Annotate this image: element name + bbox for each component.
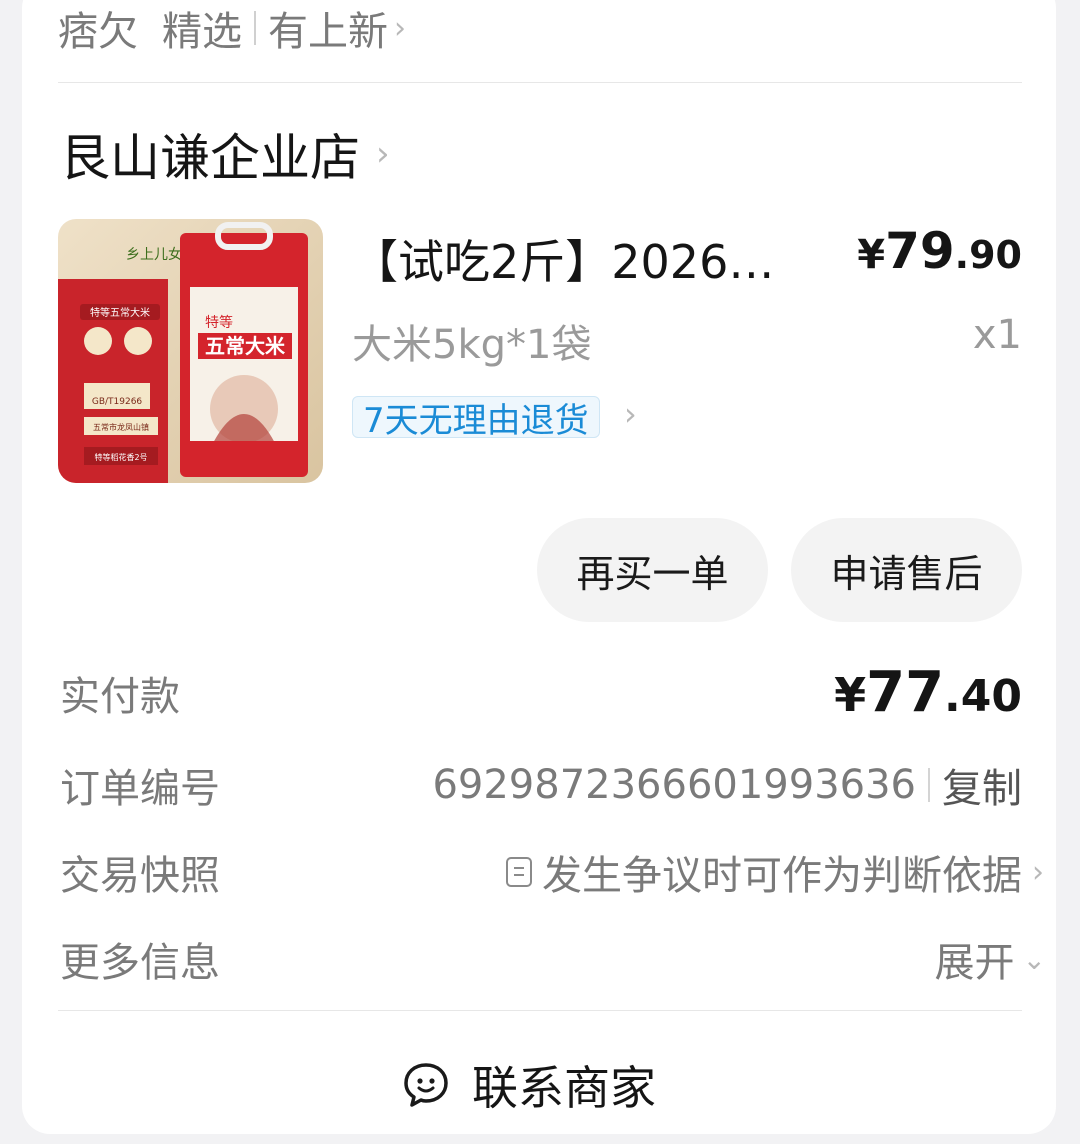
chat-icon <box>404 1063 448 1107</box>
product-price: ¥79.90 <box>857 222 1022 280</box>
order-number-row: 6929872366601993636 复制 <box>432 756 1022 814</box>
divider <box>58 82 1022 83</box>
side-label: 特等五常大米 <box>90 306 150 319</box>
snapshot-label: 交易快照 <box>60 853 220 899</box>
contact-seller-button[interactable]: 联系商家 <box>402 1052 656 1118</box>
snapshot-link[interactable]: 发生争议时可作为判断依据 › <box>506 843 1044 901</box>
divider <box>58 1010 1022 1011</box>
chevron-down-icon: ⌄ <box>1022 942 1046 976</box>
document-icon <box>506 857 532 887</box>
grade-label: 特等 <box>205 314 233 331</box>
top-tab-1[interactable]: 痞欠 <box>58 0 138 57</box>
package-title: 五常大米 <box>205 334 286 358</box>
order-number-label: 订单编号 <box>60 766 220 812</box>
chevron-right-icon: › <box>376 134 390 174</box>
product-quantity: x1 <box>972 312 1022 358</box>
product-image[interactable]: 特等五常大米 GB/T19266 五常市龙凤山镇 特等稻花香2号 乡上儿女 特等… <box>58 219 323 483</box>
rebuy-button[interactable]: 再买一单 <box>537 518 768 622</box>
origin-label: 五常市龙凤山镇 <box>93 422 149 432</box>
divider <box>254 11 256 45</box>
shop-link[interactable]: 艮山谦企业店 › <box>60 118 390 190</box>
top-tab-2[interactable]: 精选 <box>162 0 242 57</box>
snapshot-value: 发生争议时可作为判断依据 <box>542 853 1022 899</box>
variety-label: 特等稻花香2号 <box>94 452 147 462</box>
order-number: 6929872366601993636 <box>432 762 916 808</box>
chevron-right-icon: › <box>624 395 637 433</box>
product-title[interactable]: 【试吃2斤】2026… <box>352 226 774 292</box>
standard-label: GB/T19266 <box>92 397 143 407</box>
product-spec: 大米5kg*1袋 <box>352 322 592 368</box>
divider <box>928 768 930 802</box>
copy-button[interactable]: 复制 <box>942 756 1022 814</box>
expand-label: 展开 <box>934 940 1015 986</box>
paid-amount: ¥77.40 <box>834 660 1022 725</box>
chevron-right-icon: › <box>394 10 406 46</box>
brand-logo: 乡上儿女 <box>126 246 182 263</box>
top-nav: 痞欠 精选 有上新 › <box>58 0 406 56</box>
return-policy-badge[interactable]: 7天无理由退货 <box>352 396 600 441</box>
after-sale-button[interactable]: 申请售后 <box>791 518 1022 622</box>
more-info-label: 更多信息 <box>60 940 220 986</box>
contact-seller-label: 联系商家 <box>472 1061 656 1115</box>
expand-button[interactable]: 展开 ⌄ <box>935 930 1046 988</box>
chevron-right-icon: › <box>1032 854 1044 890</box>
shop-name: 艮山谦企业店 <box>60 129 360 187</box>
new-arrivals-link[interactable]: 有上新 <box>268 0 388 57</box>
paid-label: 实付款 <box>60 674 180 720</box>
